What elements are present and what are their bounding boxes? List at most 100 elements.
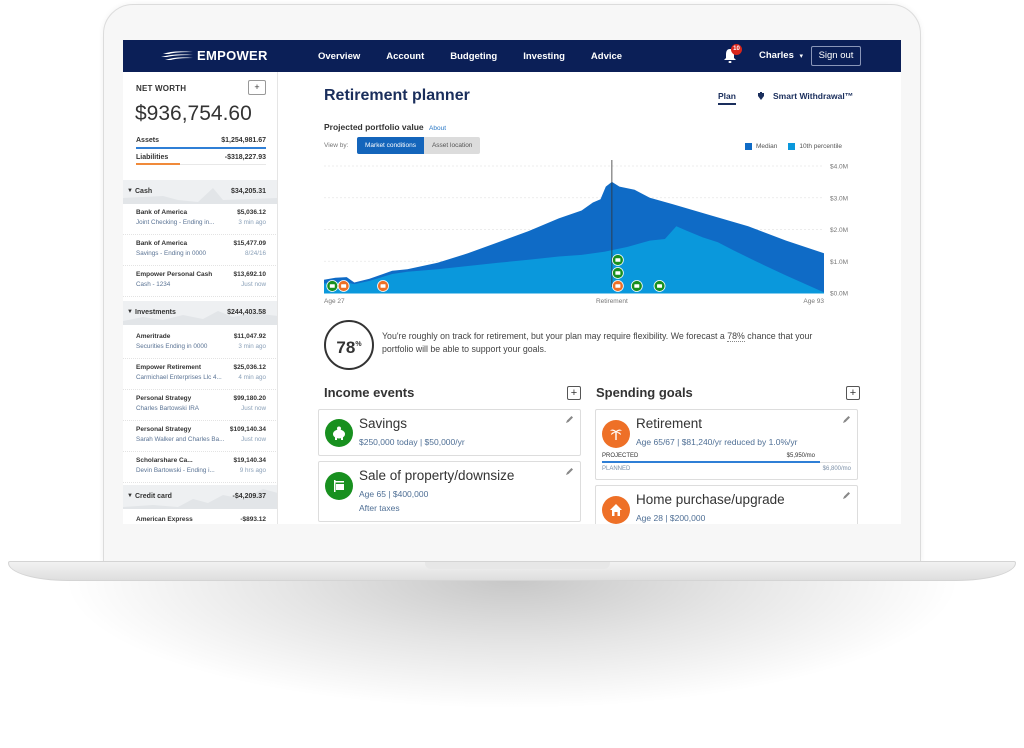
liabilities-row[interactable]: Liabilities -$318,227.93 [136,154,266,161]
view-market-conditions-button[interactable]: Market conditions [357,137,424,154]
assets-row[interactable]: Assets $1,254,981.67 [136,137,266,144]
tab-smart-withdrawal[interactable]: Smart Withdrawal™ [757,91,853,101]
x-axis-label: Retirement [596,298,628,305]
net-worth-value: $936,754.60 [135,102,252,125]
sign-out-button[interactable]: Sign out [811,46,861,66]
piggy-bank-icon [325,419,353,447]
palm-tree-icon [602,420,630,448]
tab-plan[interactable]: Plan [718,91,736,105]
account-item[interactable]: Personal Strategy $109,140.34 Sarah Walk… [123,421,277,452]
account-item[interactable]: Empower Personal Cash $13,692.10 Cash - … [123,266,277,297]
for-sale-sign-icon [325,472,353,500]
pencil-icon[interactable] [842,415,851,424]
account-value: $11,047.92 [233,333,266,340]
sidebar: NET WORTH + $936,754.60 Assets $1,254,98… [123,72,278,524]
account-detail: Cash - 1234 [136,281,171,288]
add-income-event-button[interactable]: + [567,386,581,400]
legend-item-median: Median [745,143,777,150]
y-tick-label: $4.0M [830,164,848,171]
view-by-toggle: Market conditions Asset location [357,137,481,154]
group-credit-card[interactable]: ▼ Credit card -$4,209.37 [123,485,277,509]
liabilities-value: -$318,227.93 [224,154,266,161]
nav-investing[interactable]: Investing [523,51,565,62]
pencil-icon[interactable] [565,415,574,424]
card-title: Sale of property/downsize [359,468,515,483]
cash-icon-glyph [615,271,621,275]
account-name: Ameritrade [136,333,171,340]
spending-goal-card[interactable]: Home purchase/upgrade Age 28 | $200,000 [595,485,858,524]
y-tick-label: $3.0M [830,195,848,202]
group-cash[interactable]: ▼ Cash $34,205.31 [123,180,277,204]
account-item[interactable]: Empower Retirement $25,036.12 Carmichael… [123,359,277,390]
card-detail: Age 28 | $200,000 [636,513,706,523]
score-value: 78 [336,338,356,357]
income-event-card[interactable]: Savings $250,000 today | $50,000/yr [318,409,581,456]
account-item[interactable]: Ameritrade $11,047.92 Securities Ending … [123,328,277,359]
group-investments[interactable]: ▼ Investments $244,403.58 [123,301,277,325]
account-updated: 9 hrs ago [239,467,266,474]
laptop-shadow [60,580,964,710]
car-icon-glyph [380,284,386,288]
projected-label: PROJECTED [602,453,639,459]
legend-swatch [788,143,796,150]
legend-item-10th-percentile: 10th percentile [788,143,842,150]
chevron-down-icon: ▾ [799,53,804,60]
account-detail: Securities Ending in 0000 [136,343,208,350]
nav-budgeting[interactable]: Budgeting [450,51,497,62]
account-detail: Joint Checking - Ending in... [136,219,215,226]
account-value: $15,477.09 [233,240,266,247]
spending-goal-card[interactable]: Retirement Age 65/67 | $81,240/yr reduce… [595,409,858,480]
spending-goals-title: Spending goals [596,385,693,400]
account-updated: Just now [241,405,266,412]
account-detail: Devin Bartowski - Ending i... [136,467,215,474]
planned-label: PLANNED [602,466,631,472]
group-value: $34,205.31 [230,188,266,195]
assets-bar [136,147,266,149]
group-value: -$4,209.37 [232,493,266,500]
account-name: American Express [136,516,193,523]
brand-logo[interactable]: EMPOWER [161,48,268,63]
account-item[interactable]: Personal Strategy $99,180.20 Charles Bar… [123,390,277,421]
portfolio-chart[interactable]: $0.0M $1.0M $2.0M $3.0M $4.0M Age 27 Retiremen… [324,160,854,310]
account-name: Personal Strategy [136,395,192,402]
legend-swatch [745,143,752,150]
tab-label: Smart Withdrawal™ [773,91,854,101]
x-axis-label: Age 93 [803,298,824,305]
income-event-card[interactable]: Sale of property/downsize Age 65 | $400,… [318,461,581,522]
nav-account[interactable]: Account [386,51,424,62]
account-updated: 8/24/16 [244,250,266,257]
group-value: $244,403.58 [227,309,266,316]
account-name: Bank of America [136,209,188,216]
account-item[interactable]: Scholarshare Ca... $19,140.34 Devin Bart… [123,452,277,483]
add-spending-goal-button[interactable]: + [846,386,860,400]
account-updated: 3 min ago [238,219,266,226]
summary-percent[interactable]: 78% [727,331,745,342]
pencil-icon[interactable] [842,491,851,500]
legend-label: Median [756,143,778,150]
pencil-icon[interactable] [565,467,574,476]
view-asset-location-button[interactable]: Asset location [423,137,481,154]
summary-text-start: You're roughly on track for retirement, … [382,331,728,341]
piggy-bank-icon-glyph [329,284,335,288]
account-item[interactable]: Bank of America $5,036.12 Joint Checking… [123,204,277,235]
card-title: Retirement [636,416,703,431]
add-account-button[interactable]: + [248,80,266,95]
caret-down-icon: ▼ [127,188,133,194]
about-link[interactable]: About [429,125,446,132]
planned-row: PLANNED $6,800/mo [602,466,851,472]
account-updated: 3 min ago [238,343,266,350]
user-menu[interactable]: Charles ▾ [759,50,803,61]
account-item[interactable]: American Express -$893.12 [123,511,277,524]
net-worth-label: NET WORTH [136,84,187,93]
smart-withdrawal-icon [758,91,764,100]
account-value: $19,140.34 [233,457,266,464]
main-nav: Overview Account Budgeting Investing Adv… [318,40,648,72]
nav-overview[interactable]: Overview [318,51,360,62]
liabilities-bar [136,163,180,165]
palm-tree-icon-glyph [615,284,621,288]
nav-advice[interactable]: Advice [591,51,622,62]
caret-down-icon: ▼ [127,309,133,315]
account-value: $5,036.12 [237,209,266,216]
account-item[interactable]: Bank of America $15,477.09 Savings - End… [123,235,277,266]
success-score: 78% [324,320,374,370]
